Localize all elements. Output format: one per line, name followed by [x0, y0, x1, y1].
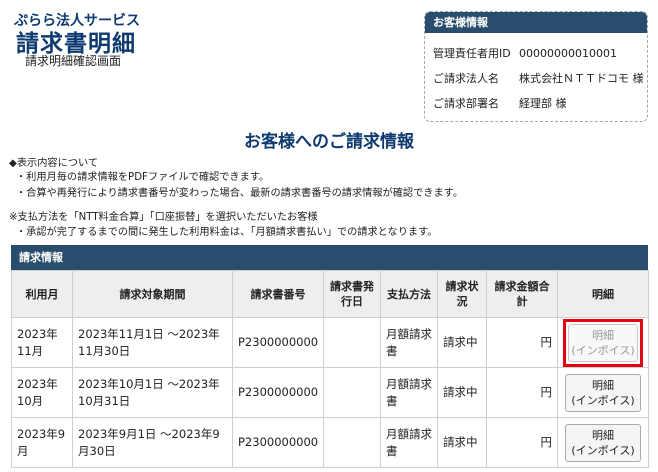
column-header: 請求書発行日	[323, 270, 381, 318]
customer-info-box: お客様情報 管理責任者用ID 00000000010001 ご請求法人名 株式会社Ｎ…	[424, 11, 648, 122]
customer-label: ご請求部署名	[433, 97, 499, 110]
highlight-box: 明細 (インボイス)	[563, 318, 643, 367]
note-line: ◆表示内容について	[9, 158, 99, 169]
table-header-row: 利用月 請求対象期間 請求書番号 請求書発行日 支払方法 請求状況 請求金額合計…	[11, 270, 649, 318]
customer-row-id: 管理責任者用ID 00000000010001	[433, 45, 617, 61]
cell-status: 請求中	[437, 367, 487, 418]
customer-row-department: ご請求部署名 経理部 様	[433, 95, 567, 111]
billing-table-title: 請求情報	[11, 245, 648, 270]
cell-issue-date	[323, 417, 381, 468]
cell-payment-method: 月額請求書	[380, 367, 438, 418]
cell-invoice-number: P2300000000	[232, 367, 324, 418]
table-row: 2023年9月 2023年9月1日 ～2023年9月30日 P230000000…	[11, 417, 649, 468]
column-header: 請求対象期間	[72, 270, 233, 318]
column-header: 請求金額合計	[486, 270, 558, 318]
customer-value: 株式会社ＮＴＴドコモ 様	[519, 72, 644, 85]
cell-period: 2023年10月1日 ～2023年10月31日	[72, 367, 233, 418]
cell-month: 2023年10月	[11, 367, 73, 418]
cell-status: 請求中	[437, 417, 487, 468]
customer-value: 00000000010001	[519, 47, 617, 60]
cell-amount: 円	[486, 417, 558, 468]
table-row: 2023年11月 2023年11月1日 ～2023年11月30日 P230000…	[11, 317, 649, 368]
column-header: 支払方法	[380, 270, 438, 318]
note-line: ・利用月毎の請求情報をPDFファイルで確認できます。	[16, 172, 270, 183]
cell-payment-method: 月額請求書	[380, 417, 438, 468]
customer-row-company: ご請求法人名 株式会社ＮＴＴドコモ 様	[433, 70, 644, 86]
customer-info-title: お客様情報	[425, 12, 647, 33]
cell-detail: 明細 (インボイス)	[557, 317, 649, 368]
customer-label: ご請求法人名	[433, 72, 499, 85]
customer-label: 管理責任者用ID	[433, 47, 511, 60]
page-title: お客様へのご請求情報	[244, 132, 414, 152]
cell-amount: 円	[486, 367, 558, 418]
invoice-detail-button[interactable]: 明細 (インボイス)	[565, 373, 641, 412]
cell-period: 2023年9月1日 ～2023年9月30日	[72, 417, 233, 468]
column-header: 請求書番号	[232, 270, 324, 318]
cell-issue-date	[323, 367, 381, 418]
invoice-detail-button[interactable]: 明細 (インボイス)	[568, 323, 638, 362]
cell-status: 請求中	[437, 317, 487, 368]
cell-payment-method: 月額請求書	[380, 317, 438, 368]
cell-period: 2023年11月1日 ～2023年11月30日	[72, 317, 233, 368]
cell-invoice-number: P2300000000	[232, 317, 324, 368]
column-header: 利用月	[11, 270, 73, 318]
cell-amount: 円	[486, 317, 558, 368]
cell-month: 2023年9月	[11, 417, 73, 468]
customer-value: 経理部 様	[519, 97, 567, 110]
note-line: ・承認が完了するまでの間に発生した利用料金は、「月額請求書払い」での請求となりま…	[16, 227, 438, 238]
cell-issue-date	[323, 317, 381, 368]
cell-detail: 明細 (インボイス)	[557, 417, 649, 468]
billing-table: 利用月 請求対象期間 請求書番号 請求書発行日 支払方法 請求状況 請求金額合計…	[11, 270, 649, 468]
column-header: 請求状況	[437, 270, 487, 318]
note-line: ※支払方法を「NTT料金合算」「口座振替」を選択いただいたお客様	[9, 212, 318, 223]
invoice-detail-button[interactable]: 明細 (インボイス)	[565, 423, 641, 462]
table-row: 2023年10月 2023年10月1日 ～2023年10月31日 P230000…	[11, 367, 649, 418]
note-line: ・合算や再発行により請求書番号が変わった場合、最新の請求書番号の請求情報が確認で…	[16, 188, 464, 199]
cell-detail: 明細 (インボイス)	[557, 367, 649, 418]
cell-month: 2023年11月	[11, 317, 73, 368]
cell-invoice-number: P2300000000	[232, 417, 324, 468]
column-header: 明細	[557, 270, 649, 318]
brand-subtitle: 請求明細確認画面	[25, 54, 122, 68]
